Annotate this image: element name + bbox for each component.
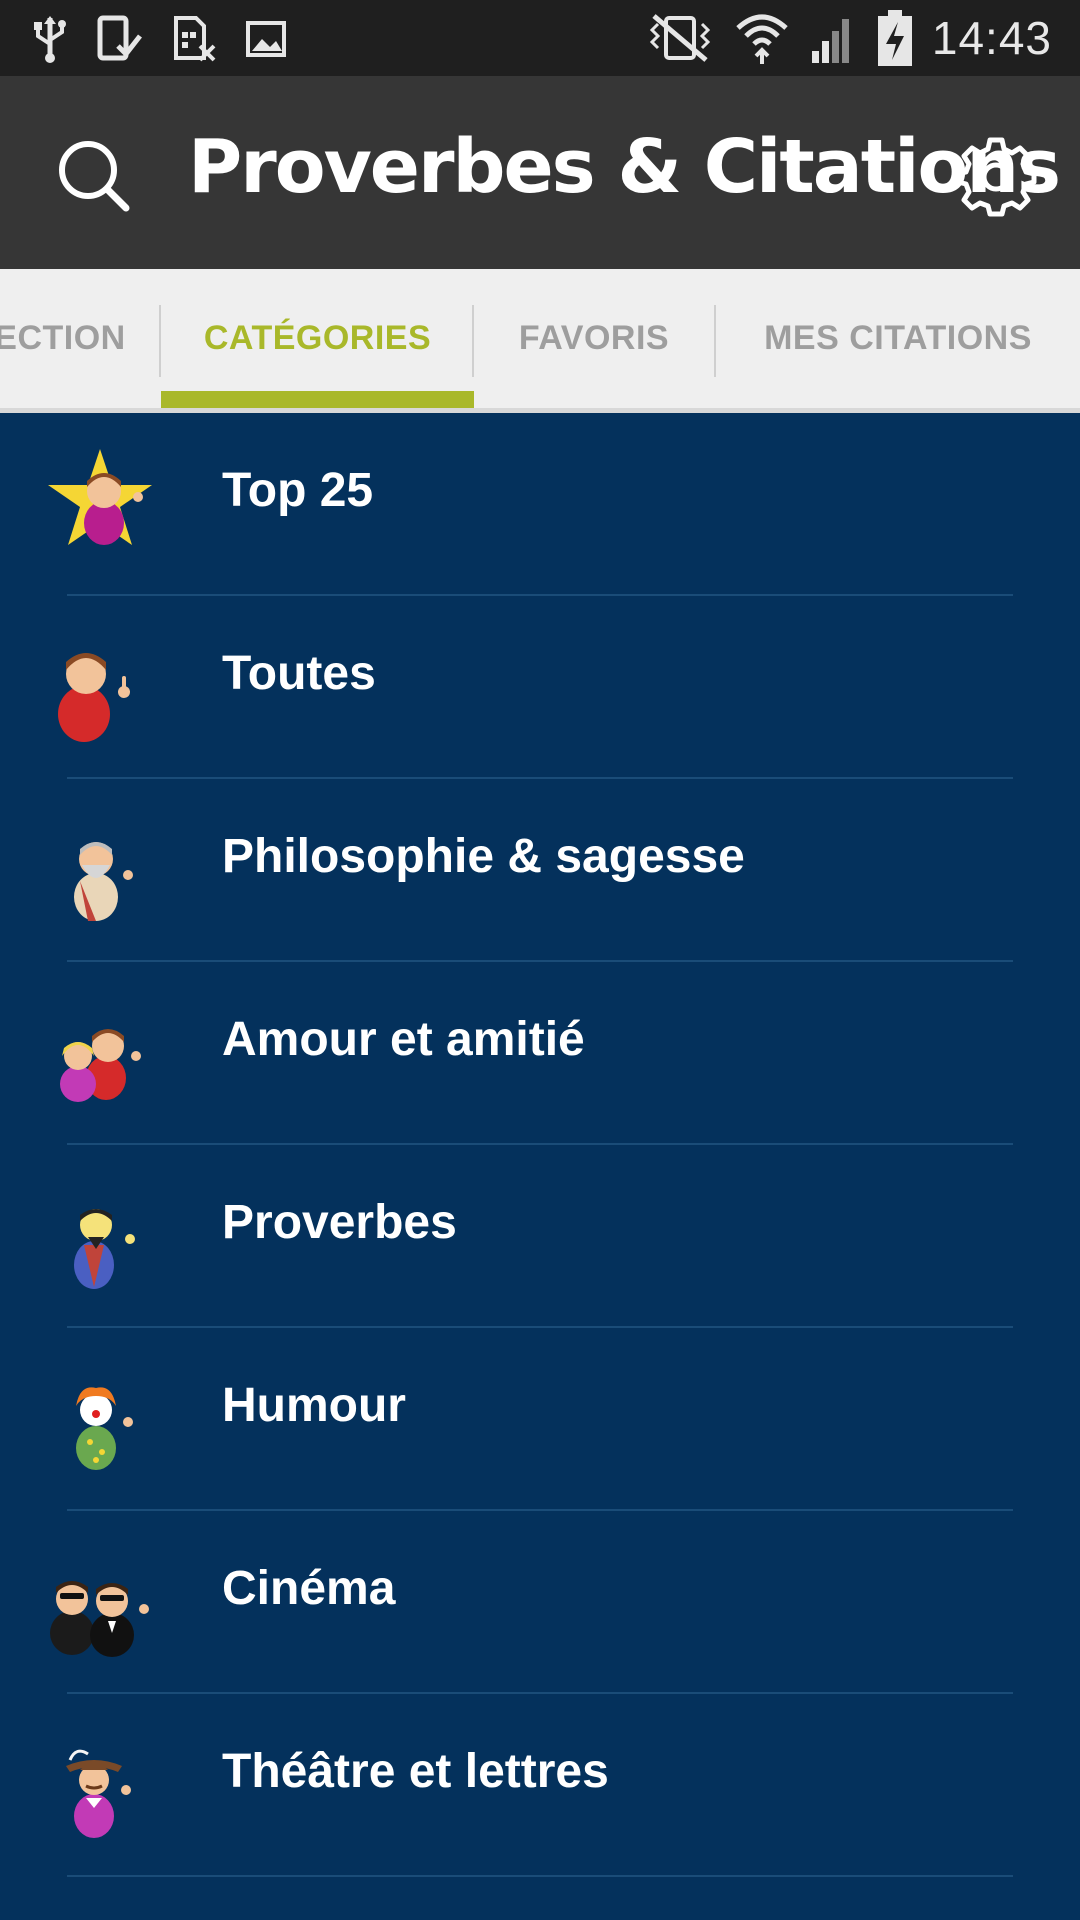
search-button[interactable] [54, 136, 134, 216]
person-icon [40, 628, 160, 748]
category-list: Top 25 Toutes Philosophie & sagesse Amou… [0, 413, 1080, 1877]
agents-icon [40, 1543, 160, 1663]
tab-bar: ECTION CATÉGORIES FAVORIS MES CITATIONS [0, 269, 1080, 413]
status-time: 14:43 [931, 12, 1052, 64]
list-item-label: Toutes [222, 647, 376, 700]
list-item-toutes[interactable]: Toutes [0, 596, 1080, 779]
battery-charging-icon [876, 8, 914, 68]
active-tab-indicator [161, 391, 474, 408]
list-item-label: Proverbes [222, 1196, 457, 1249]
vibrate-mute-icon [644, 10, 716, 66]
list-item-amour[interactable]: Amour et amitié [0, 962, 1080, 1145]
clown-icon [40, 1360, 160, 1480]
list-item-label: Philosophie & sagesse [222, 830, 745, 883]
list-item-humour[interactable]: Humour [0, 1328, 1080, 1511]
list-item-label: Amour et amitié [222, 1013, 585, 1066]
sage-icon [40, 1177, 160, 1297]
list-divider [67, 1875, 1013, 1877]
philosopher-icon [40, 811, 160, 931]
couple-icon [40, 994, 160, 1114]
search-icon [54, 141, 134, 220]
list-item-label: Théâtre et lettres [222, 1745, 609, 1798]
list-item-proverbes[interactable]: Proverbes [0, 1145, 1080, 1328]
list-item-label: Humour [222, 1379, 406, 1432]
star-person-icon [40, 445, 160, 565]
app-title: Proverbes & Citations [188, 124, 1061, 210]
musketeer-icon [40, 1726, 160, 1846]
wifi-icon [734, 10, 790, 66]
list-item-theatre[interactable]: Théâtre et lettres [0, 1694, 1080, 1877]
list-item-philosophie[interactable]: Philosophie & sagesse [0, 779, 1080, 962]
tab-favoris[interactable]: FAVORIS [474, 269, 714, 408]
tab-mes-citations[interactable]: MES CITATIONS [716, 269, 1080, 408]
list-item-cinema[interactable]: Cinéma [0, 1511, 1080, 1694]
tab-selection[interactable]: ECTION [0, 269, 160, 408]
settings-button[interactable] [954, 134, 1038, 218]
list-item-top-25[interactable]: Top 25 [0, 413, 1080, 596]
list-item-label: Top 25 [222, 464, 374, 517]
signal-icon [808, 11, 858, 65]
status-bar: 14:43 [0, 0, 1080, 76]
image-icon [244, 17, 288, 61]
list-item-label: Cinéma [222, 1562, 396, 1615]
tab-categories[interactable]: CATÉGORIES [161, 269, 474, 408]
app-bar: Proverbes & Citations [0, 76, 1080, 269]
sim-off-icon [170, 14, 218, 64]
gear-icon [954, 137, 1038, 222]
status-left-icons [30, 14, 288, 64]
download-done-icon [96, 14, 144, 64]
status-right-icons: 14:43 [644, 8, 1052, 68]
usb-icon [30, 14, 70, 64]
